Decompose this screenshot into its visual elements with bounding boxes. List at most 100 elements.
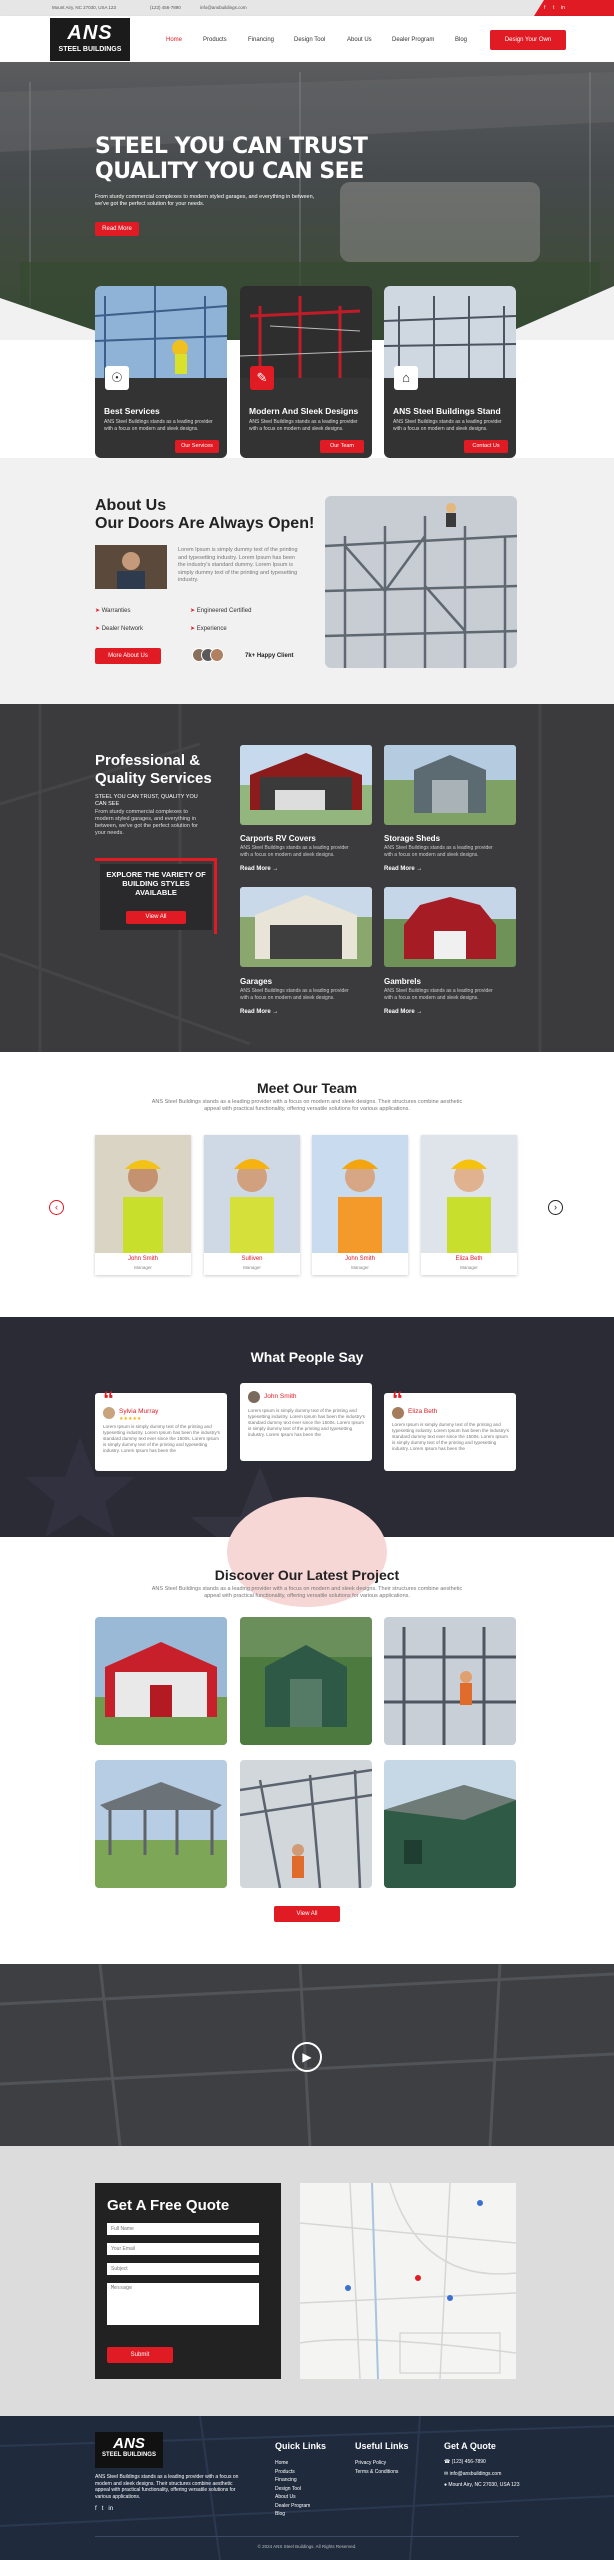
design-your-own-button[interactable]: Design Your Own bbox=[490, 30, 566, 50]
footer-link-products[interactable]: Products bbox=[275, 2468, 310, 2477]
our-team-button[interactable]: Our Team bbox=[320, 440, 364, 453]
quality-item-text: ANS Steel Buildings stands as a leading … bbox=[240, 845, 349, 858]
project-image[interactable] bbox=[95, 1760, 227, 1888]
read-more-link[interactable]: Read More → bbox=[384, 1009, 422, 1015]
footer-link-dealer-program[interactable]: Dealer Program bbox=[275, 2502, 310, 2511]
site-logo[interactable]: ANS STEEL BUILDINGS bbox=[50, 18, 130, 61]
nav-design-tool[interactable]: Design Tool bbox=[294, 37, 325, 43]
nav-home[interactable]: Home bbox=[166, 37, 182, 43]
design-icon: ✎ bbox=[250, 366, 274, 390]
footer-link-home[interactable]: Home bbox=[275, 2459, 310, 2468]
feature-item: ➤ Experience bbox=[190, 625, 227, 632]
nav-about-us[interactable]: About Us bbox=[347, 37, 372, 43]
hero-title: STEEL YOU CAN TRUST QUALITY YOU CAN SEE bbox=[95, 134, 368, 184]
more-about-us-button[interactable]: More About Us bbox=[95, 648, 161, 664]
team-role: Manager bbox=[351, 1265, 369, 1270]
nav-products[interactable]: Products bbox=[203, 37, 227, 43]
team-card[interactable]: Eliza Beth Manager bbox=[421, 1135, 517, 1275]
linkedin-icon[interactable]: in bbox=[561, 5, 565, 11]
footer-link-financing[interactable]: Financing bbox=[275, 2476, 310, 2485]
quality-kicker: STEEL YOU CAN TRUST, QUALITY YOU CAN SEE bbox=[95, 794, 198, 807]
service-image bbox=[240, 286, 372, 378]
contact-us-button[interactable]: Contact Us bbox=[464, 440, 508, 453]
carousel-next-button[interactable]: › bbox=[548, 1200, 563, 1215]
team-card[interactable]: Sulliven Manager bbox=[204, 1135, 300, 1275]
rating-stars: ★★★★★ bbox=[119, 1416, 142, 1422]
team-card[interactable]: John Smith Manager bbox=[312, 1135, 408, 1275]
footer-link-about-us[interactable]: About Us bbox=[275, 2493, 310, 2502]
gambrel-image bbox=[384, 887, 516, 967]
location-map[interactable] bbox=[300, 2183, 516, 2379]
hero-title-line1: STEEL YOU CAN TRUST bbox=[95, 134, 368, 159]
project-image[interactable] bbox=[384, 1760, 516, 1888]
linkedin-icon[interactable]: in bbox=[108, 2506, 113, 2512]
nav-financing[interactable]: Financing bbox=[248, 37, 274, 43]
projects-section bbox=[0, 1497, 614, 1964]
our-services-button[interactable]: Our Services bbox=[175, 440, 219, 453]
feature-item: ➤ Dealer Network bbox=[95, 625, 143, 632]
footer-email[interactable]: info@ansbuildings.com bbox=[450, 2471, 502, 2477]
read-more-link[interactable]: Read More → bbox=[240, 866, 278, 872]
quality-item-title: Gambrels bbox=[384, 977, 421, 986]
footer-logo[interactable]: ANS STEEL BUILDINGS bbox=[95, 2432, 163, 2468]
view-all-button[interactable]: View All bbox=[126, 911, 186, 924]
topbar-email[interactable]: info@ansbuildings.com bbox=[200, 5, 247, 10]
team-photo bbox=[312, 1135, 408, 1253]
footer-phone[interactable]: (123) 456-7890 bbox=[452, 2459, 486, 2465]
project-image[interactable] bbox=[240, 1760, 372, 1888]
storage-shed-image bbox=[384, 745, 516, 825]
subject-input[interactable] bbox=[107, 2263, 259, 2275]
quality-text: From sturdy commercial complexes to mode… bbox=[95, 809, 198, 836]
footer-link-design-tool[interactable]: Design Tool bbox=[275, 2485, 310, 2494]
nav-blog[interactable]: Blog bbox=[455, 37, 467, 43]
facebook-icon[interactable]: f bbox=[544, 5, 545, 11]
topbar-phone[interactable]: (123) 456-7890 bbox=[150, 5, 181, 10]
projects-subtitle: ANS Steel Buildings stands as a leading … bbox=[151, 1586, 463, 1599]
facebook-icon[interactable]: f bbox=[95, 2506, 97, 2512]
feature-label: Engineered Certified bbox=[196, 608, 252, 614]
video-section: ▶ bbox=[0, 1964, 614, 2146]
project-image[interactable] bbox=[384, 1617, 516, 1745]
arrow-icon: ➤ bbox=[190, 608, 196, 614]
footer-link-privacy[interactable]: Privacy Policy bbox=[355, 2459, 398, 2468]
service-card: ✎ Modern And Sleek Designs ANS Steel Bui… bbox=[240, 286, 372, 458]
site-header: ANS STEEL BUILDINGS Home Products Financ… bbox=[0, 16, 614, 62]
garage-image bbox=[240, 887, 372, 967]
email-input[interactable] bbox=[107, 2243, 259, 2255]
read-more-link[interactable]: Read More → bbox=[240, 1009, 278, 1015]
copyright: © 2024 ANS Steel Buildings. All Rights R… bbox=[257, 2544, 357, 2549]
projects-view-all-button[interactable]: View All bbox=[274, 1906, 340, 1922]
feature-item: ➤ Engineered Certified bbox=[190, 607, 251, 614]
carousel-prev-button[interactable]: ‹ bbox=[49, 1200, 64, 1215]
read-more-label: Read More bbox=[384, 1009, 415, 1015]
footer-link-terms[interactable]: Terms & Conditions bbox=[355, 2468, 398, 2477]
full-name-input[interactable] bbox=[107, 2223, 259, 2235]
mail-icon: ✉ bbox=[444, 2470, 449, 2477]
about-title: About Us Our Doors Are Always Open! bbox=[95, 497, 314, 533]
message-input[interactable] bbox=[107, 2283, 259, 2325]
testimonial-card: “ Sylvia Murray ★★★★★ Lorem Ipsum is sim… bbox=[95, 1387, 227, 1471]
project-image[interactable] bbox=[95, 1617, 227, 1745]
team-photo bbox=[204, 1135, 300, 1253]
team-name: Eliza Beth bbox=[455, 1256, 483, 1262]
hero-title-line2: QUALITY YOU CAN SEE bbox=[95, 159, 364, 184]
about-title-line2: Our Doors Are Always Open! bbox=[95, 515, 315, 532]
feature-item: ➤ Warranties bbox=[95, 607, 131, 614]
team-card[interactable]: John Smith Manager bbox=[95, 1135, 191, 1275]
footer-link-blog[interactable]: Blog bbox=[275, 2510, 310, 2519]
service-text: ANS Steel Buildings stands as a leading … bbox=[249, 419, 358, 432]
arrow-right-icon: → bbox=[416, 866, 423, 872]
review-text: Lorem Ipsum is simply dummy text of the … bbox=[103, 1424, 220, 1453]
feature-label: Warranties bbox=[101, 608, 131, 614]
submit-button[interactable]: Submit bbox=[107, 2347, 173, 2363]
twitter-icon[interactable]: t bbox=[553, 5, 554, 11]
project-image[interactable] bbox=[240, 1617, 372, 1745]
service-image bbox=[384, 286, 516, 378]
read-more-link[interactable]: Read More → bbox=[384, 866, 422, 872]
hero-read-more-button[interactable]: Read More bbox=[95, 222, 139, 236]
twitter-icon[interactable]: t bbox=[102, 2506, 104, 2512]
quality-title-line1: Professional & bbox=[95, 752, 201, 769]
nav-dealer-program[interactable]: Dealer Program bbox=[392, 37, 434, 43]
play-icon[interactable]: ▶ bbox=[292, 2042, 322, 2072]
happy-client-count: 7k+ Happy Client bbox=[245, 653, 294, 659]
